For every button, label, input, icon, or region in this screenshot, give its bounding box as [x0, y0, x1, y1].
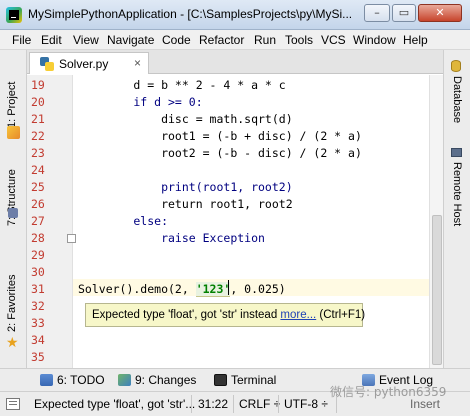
line-number: 20 [31, 95, 45, 109]
pycharm-app-icon [6, 7, 22, 23]
status-separator [191, 395, 192, 413]
menu-file[interactable]: File [12, 33, 31, 47]
tool-tab-todo[interactable]: 6: TODO [40, 373, 105, 387]
code-line-22: root1 = (-b + disc) / (2 * a) [78, 129, 362, 143]
todo-list-icon [40, 374, 53, 386]
code-line-28: raise Exception [78, 231, 265, 245]
menu-bar: File Edit View Navigate Code Refactor Ru… [0, 30, 470, 50]
window-title: MySimplePythonApplication - [C:\SamplesP… [28, 7, 353, 21]
menu-window[interactable]: Window [353, 33, 396, 47]
line-separator-selector[interactable]: CRLF ÷ [239, 397, 280, 411]
line-number: 22 [31, 129, 45, 143]
editor-tab-label: Solver.py [59, 57, 109, 71]
line-number: 27 [31, 214, 45, 228]
remote-host-icon [451, 148, 462, 157]
menu-tools[interactable]: Tools [285, 33, 313, 47]
line-number: 30 [31, 265, 45, 279]
tooltip-shortcut: (Ctrl+F1) [316, 309, 366, 321]
tool-tab-structure[interactable]: 7: Structure [3, 148, 23, 228]
python-file-icon [40, 57, 54, 71]
line-number: 25 [31, 180, 45, 194]
line-number: 35 [31, 350, 45, 364]
scrollbar-thumb[interactable] [432, 215, 442, 365]
close-button[interactable]: ✕ [418, 4, 462, 22]
inspection-tooltip: Expected type 'float', got 'str' instead… [85, 303, 366, 327]
string-literal-warning: '123' [195, 282, 231, 297]
todo-tab-label: 6: TODO [57, 373, 105, 387]
terminal-tab-label: Terminal [231, 373, 277, 387]
editor-vertical-scrollbar[interactable] [429, 75, 443, 368]
code-line-21: disc = math.sqrt(d) [78, 112, 293, 126]
tooltip-more-link[interactable]: more... [280, 309, 316, 321]
line-number: 24 [31, 163, 45, 177]
code-line-20: if d >= 0: [78, 95, 203, 109]
menu-run[interactable]: Run [254, 33, 276, 47]
tool-tab-changes[interactable]: 9: Changes [118, 373, 196, 387]
menu-view[interactable]: View [73, 33, 99, 47]
line-number: 26 [31, 197, 45, 211]
wechat-watermark: 微信号: python6359 [330, 385, 447, 399]
fold-marker-icon[interactable] [67, 234, 76, 243]
code-line-31-end: , 0.025) [230, 282, 286, 296]
caret-position[interactable]: 31:22 [198, 397, 228, 411]
structure-icon [8, 208, 18, 218]
encoding-selector[interactable]: UTF-8 ÷ [284, 397, 328, 411]
code-line-23: root2 = (-b - disc) / (2 * a) [78, 146, 362, 160]
minimize-button[interactable]: – [364, 4, 390, 22]
tool-tab-terminal[interactable]: Terminal [214, 373, 276, 387]
favorites-tab-label: 2: Favorites [6, 274, 18, 332]
changes-tab-label: 9: Changes [135, 373, 197, 387]
project-tab-label: 1: Project [6, 81, 18, 128]
right-tool-strip: Database Remote Host [443, 50, 470, 368]
status-message[interactable]: Expected type 'float', got 'str'... [34, 397, 195, 411]
line-number-gutter: 19 20 21 22 23 24 25 26 27 28 29 30 31 3… [27, 75, 76, 368]
menu-code[interactable]: Code [162, 33, 191, 47]
tool-windows-toggle-icon[interactable] [6, 398, 20, 410]
line-number: 34 [31, 333, 45, 347]
tool-tab-project[interactable]: 1: Project [3, 62, 23, 142]
tooltip-message: Expected type 'float', got 'str' instead [92, 309, 281, 321]
code-line-31: Solver().demo(2, '123', 0.025) [78, 282, 286, 297]
status-separator [278, 395, 279, 413]
tool-tab-favorites[interactable]: 2: Favorites ★ [3, 272, 23, 352]
database-tab-label: Database [451, 76, 463, 124]
tab-close-icon[interactable]: × [134, 56, 141, 70]
menu-vcs[interactable]: VCS [321, 33, 346, 47]
menu-edit[interactable]: Edit [41, 33, 62, 47]
database-icon [451, 60, 461, 72]
status-separator [233, 395, 234, 413]
editor-tab-row: Solver.py × [27, 50, 443, 74]
line-number: 28 [31, 231, 45, 245]
window-titlebar: MySimplePythonApplication - [C:\SamplesP… [0, 0, 470, 30]
remote-host-tab-label: Remote Host [451, 162, 463, 227]
project-folder-icon [7, 126, 20, 139]
favorites-star-icon: ★ [6, 334, 19, 350]
code-line-19: d = b ** 2 - 4 * a * c [78, 78, 286, 92]
line-number: 19 [31, 78, 45, 92]
menu-navigate[interactable]: Navigate [107, 33, 154, 47]
line-number: 32 [31, 299, 45, 313]
code-line-25: print(root1, root2) [78, 180, 293, 194]
line-number: 33 [31, 316, 45, 330]
text-cursor [228, 280, 229, 295]
line-number: 21 [31, 112, 45, 126]
left-tool-strip: 1: Project 7: Structure 2: Favorites ★ [0, 50, 27, 368]
maximize-button[interactable]: ▭ [392, 4, 416, 22]
menu-refactor[interactable]: Refactor [199, 33, 244, 47]
terminal-icon [214, 374, 227, 386]
editor-tab-solver[interactable]: Solver.py × [29, 52, 149, 74]
line-number: 31 [31, 282, 45, 296]
changes-icon [118, 374, 131, 386]
line-number: 23 [31, 146, 45, 160]
code-line-27: else: [78, 214, 169, 228]
line-number: 29 [31, 248, 45, 262]
menu-help[interactable]: Help [403, 33, 428, 47]
code-line-26: return root1, root2 [78, 197, 293, 211]
code-line-31-start: Solver().demo(2, [78, 282, 196, 296]
